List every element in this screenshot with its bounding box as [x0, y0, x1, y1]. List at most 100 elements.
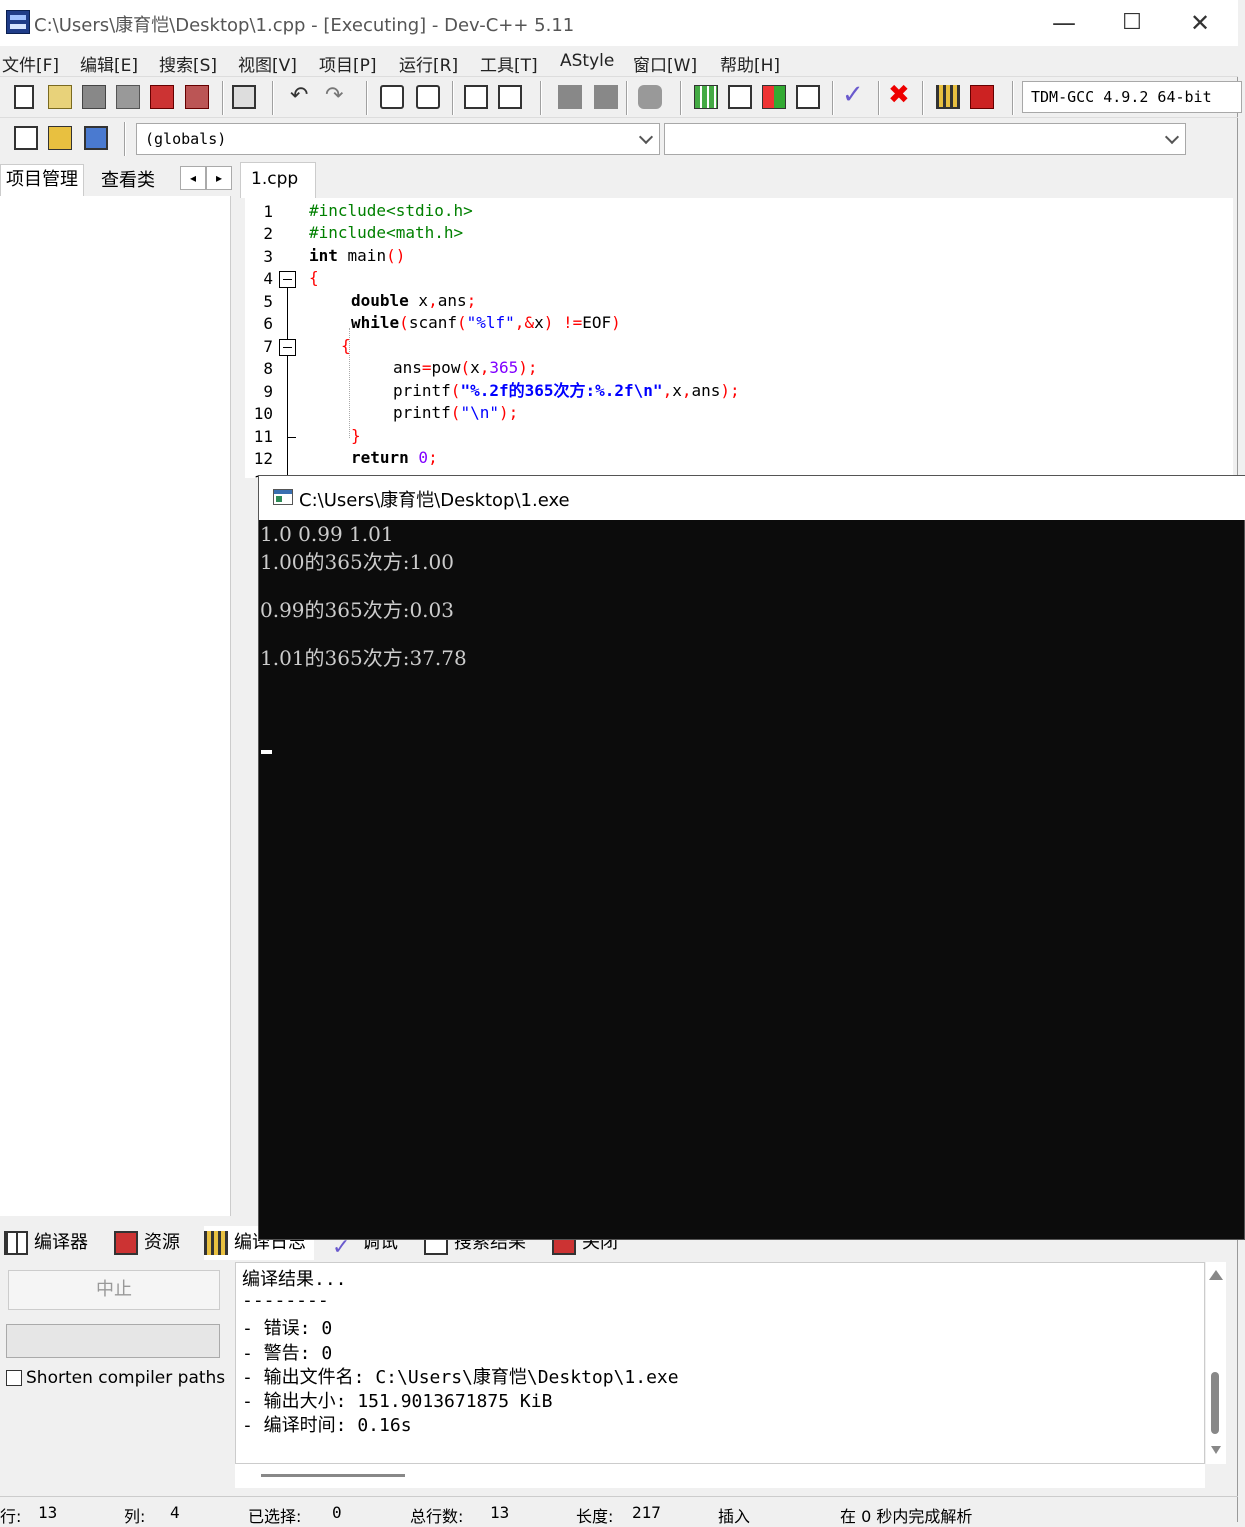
abort-button[interactable]: 中止: [8, 1270, 220, 1310]
resources-icon: [114, 1231, 138, 1255]
close-all-icon[interactable]: [185, 85, 209, 109]
editor-tab-1cpp[interactable]: 1.cpp: [240, 162, 316, 198]
menu-file[interactable]: 文件[F]: [2, 51, 59, 76]
scroll-down-icon[interactable]: [1211, 1446, 1221, 1454]
toolbar-separator: [922, 81, 924, 115]
line-number: 11: [253, 427, 273, 446]
tab-resources[interactable]: 资源: [114, 1226, 180, 1260]
goto-function-icon[interactable]: [498, 85, 522, 109]
code-line-6: while(scanf("%lf",&x) !=EOF): [351, 313, 621, 332]
tab-scroll-left[interactable]: ◂: [180, 166, 206, 190]
menu-search[interactable]: 搜索[S]: [159, 51, 217, 76]
log-line: --------: [242, 1290, 329, 1311]
console-output-line: 0.99的365次方:0.03: [260, 598, 454, 622]
tab-compiler-label: 编译器: [34, 1232, 88, 1253]
save-icon[interactable]: [82, 85, 106, 109]
status-row-label: 行:: [0, 1507, 22, 1526]
line-number: 8: [263, 359, 273, 378]
compile-icon[interactable]: [694, 85, 718, 109]
toolbar-separator: [878, 81, 880, 115]
line-number: 7: [263, 337, 273, 356]
syntax-check-icon[interactable]: ✓: [842, 82, 866, 108]
console-title-bar[interactable]: C:\Users\康育恺\Desktop\1.exe: [259, 476, 1245, 520]
indent-icon[interactable]: [558, 85, 582, 109]
status-bar: 行: 13 列: 4 已选择: 0 总行数: 13 长度: 217 插入 在 0…: [0, 1496, 1238, 1526]
tab-scroll-right[interactable]: ▸: [206, 166, 232, 190]
unindent-icon[interactable]: [594, 85, 618, 109]
new-file-icon[interactable]: [14, 85, 34, 109]
tab-compiler[interactable]: 编译器: [4, 1226, 88, 1260]
main-toolbar: ↶ ↷ ✓ ✖ TDM-GCC 4.9.2 64-bit: [0, 76, 1242, 118]
save-all-icon[interactable]: [116, 85, 140, 109]
tab-classes[interactable]: 查看类: [96, 166, 160, 198]
window-title: C:\Users\康育恺\Desktop\1.cpp - [Executing]…: [34, 15, 575, 36]
compiler-select[interactable]: TDM-GCC 4.9.2 64-bit: [1022, 81, 1242, 113]
minimize-button[interactable]: —: [1030, 0, 1098, 46]
shorten-paths-checkbox[interactable]: [6, 1370, 22, 1386]
maximize-button[interactable]: ☐: [1098, 0, 1166, 46]
scroll-thumb[interactable]: [261, 1474, 405, 1477]
insert-icon[interactable]: [14, 126, 38, 150]
code-line-4: {: [309, 268, 319, 287]
profile-icon[interactable]: [936, 85, 960, 109]
menu-view[interactable]: 视图[V]: [238, 51, 297, 76]
toolbar-separator: [124, 122, 126, 156]
toolbar-separator: [680, 81, 682, 115]
title-bar: C:\Users\康育恺\Desktop\1.cpp - [Executing]…: [0, 0, 1238, 46]
undo-icon[interactable]: ↶: [290, 85, 314, 109]
line-number: 1: [263, 202, 273, 221]
compiler-controls: 中止 Shorten compiler paths: [0, 1262, 230, 1492]
goto-bookmark-icon[interactable]: [84, 126, 108, 150]
code-area[interactable]: #include<stdio.h> #include<math.h> int m…: [309, 198, 1229, 478]
goto-line-icon[interactable]: [464, 85, 488, 109]
menu-run[interactable]: 运行[R]: [399, 51, 458, 76]
menu-tools[interactable]: 工具[T]: [480, 51, 538, 76]
line-number: 4: [263, 269, 273, 288]
delete-profile-icon[interactable]: [970, 85, 994, 109]
line-number-gutter: 1 2 3 4 5 6 7 8 9 10 11 12 13: [245, 198, 305, 478]
toolbar-separator: [366, 81, 368, 115]
compile-log-output[interactable]: 编译结果... -------- - 错误: 0 - 警告: 0 - 输出文件名…: [235, 1262, 1205, 1464]
function-select[interactable]: [664, 123, 1186, 155]
print-icon[interactable]: [232, 85, 256, 109]
scroll-up-icon[interactable]: [1209, 1270, 1223, 1280]
close-file-icon[interactable]: [150, 85, 174, 109]
project-tree-panel[interactable]: [0, 196, 231, 1216]
replace-icon[interactable]: [416, 85, 440, 109]
status-selected-value: 0: [332, 1503, 342, 1522]
fold-collapse-icon[interactable]: [279, 339, 296, 356]
toggle-comment-icon[interactable]: [638, 85, 662, 109]
console-output-line: 1.00的365次方:1.00: [260, 550, 454, 574]
shorten-paths-option[interactable]: Shorten compiler paths: [6, 1368, 225, 1388]
scope-select[interactable]: (globals): [136, 123, 660, 155]
menu-edit[interactable]: 编辑[E]: [80, 51, 138, 76]
menu-project[interactable]: 项目[P]: [319, 51, 377, 76]
open-file-icon[interactable]: [48, 85, 72, 109]
find-icon[interactable]: [380, 85, 404, 109]
menu-astyle[interactable]: AStyle: [560, 51, 614, 71]
toggle-bookmark-icon[interactable]: [48, 126, 72, 150]
fold-collapse-icon[interactable]: [279, 271, 296, 288]
menu-window[interactable]: 窗口[W]: [633, 51, 697, 76]
code-editor[interactable]: 1 2 3 4 5 6 7 8 9 10 11 12 13 #include<s…: [245, 198, 1233, 478]
scroll-thumb[interactable]: [1211, 1372, 1219, 1434]
stop-execution-icon[interactable]: ✖: [888, 82, 912, 108]
scope-select-value: (globals): [145, 130, 227, 148]
code-line-12: return 0;: [351, 448, 438, 467]
line-number: 12: [253, 449, 273, 468]
run-icon[interactable]: [728, 85, 752, 109]
tab-project[interactable]: 项目管理: [0, 164, 84, 196]
log-vertical-scrollbar[interactable]: [1206, 1262, 1226, 1464]
close-button[interactable]: ✕: [1166, 0, 1234, 46]
console-window[interactable]: C:\Users\康育恺\Desktop\1.exe 1.0 0.99 1.01…: [258, 475, 1245, 1240]
status-col-value: 4: [170, 1503, 180, 1522]
toolbar-separator: [272, 81, 274, 115]
line-number: 10: [253, 404, 273, 423]
status-total-lines-value: 13: [490, 1503, 510, 1522]
rebuild-icon[interactable]: [796, 85, 820, 109]
menu-help[interactable]: 帮助[H]: [720, 51, 780, 76]
log-line: - 错误: 0: [242, 1318, 333, 1339]
compile-run-icon[interactable]: [762, 85, 786, 109]
log-horizontal-scrollbar[interactable]: [235, 1464, 1205, 1488]
redo-icon[interactable]: ↷: [325, 85, 349, 109]
